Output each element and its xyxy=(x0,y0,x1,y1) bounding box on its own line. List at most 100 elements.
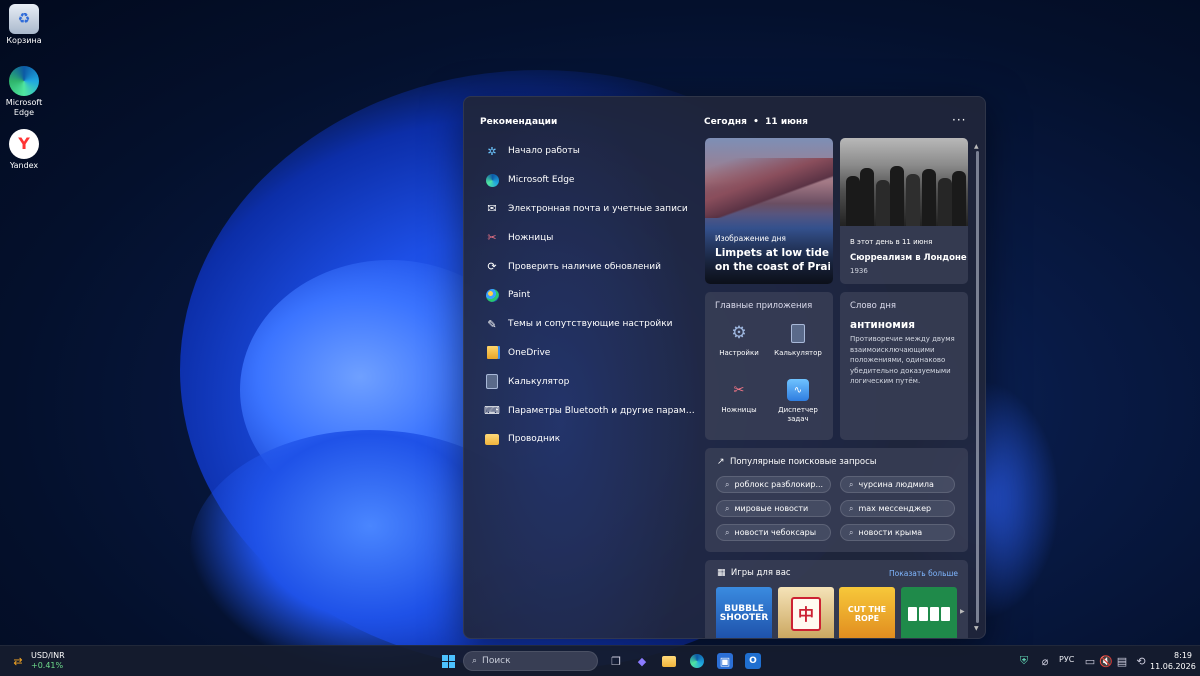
word-of-day-title: Слово дня xyxy=(850,301,897,311)
trending-query-chip[interactable]: ⌕ новости крыма xyxy=(840,524,955,541)
carousel-next-icon[interactable]: ▶ xyxy=(960,608,965,615)
defender-tray-icon[interactable]: ⛨ xyxy=(1016,653,1032,669)
top-app-settings[interactable]: ⚙ Настройки xyxy=(710,322,768,358)
desktop-icon-label: Yandex xyxy=(9,161,39,170)
search-icon: ⌕ xyxy=(472,656,478,666)
search-placeholder: Поиск xyxy=(482,656,511,666)
recommendation-item[interactable]: ✲ Начало работы xyxy=(484,137,699,166)
edge-icon xyxy=(9,66,39,96)
snipping-tool-icon: ✂ xyxy=(487,231,497,245)
file-explorer-icon[interactable] xyxy=(661,653,677,669)
windows-logo-icon xyxy=(441,654,455,668)
game-cut-the-rope[interactable]: CUT THE ROPE xyxy=(839,587,895,638)
top-app-snipping-tool[interactable]: ✂ Ножницы xyxy=(710,379,768,415)
recommendation-item[interactable]: Microsoft Edge xyxy=(484,166,699,195)
desktop-icon-yandex[interactable]: Y Yandex xyxy=(3,129,45,171)
trending-query-chip[interactable]: ⌕ роблокс разблокир... xyxy=(716,476,831,493)
trending-query-chip[interactable]: ⌕ мировые новости xyxy=(716,500,831,517)
sync-icon[interactable]: ⟲ xyxy=(1133,653,1149,669)
trending-query-chip[interactable]: ⌕ чурсина людмила xyxy=(840,476,955,493)
scroll-down-icon[interactable]: ▼ xyxy=(974,625,979,632)
search-icon: ⌕ xyxy=(849,503,854,513)
desktop-icon-label: Microsoft Edge xyxy=(5,98,43,117)
widgets-scrollbar[interactable] xyxy=(976,151,979,623)
battery-icon[interactable]: ▤ xyxy=(1114,653,1130,669)
game-solitaire[interactable] xyxy=(901,587,957,638)
top-apps-title: Главные приложения xyxy=(715,301,813,311)
calculator-icon xyxy=(787,322,809,344)
desktop-icon-edge[interactable]: Microsoft Edge xyxy=(3,66,45,118)
copilot-icon[interactable]: ◆ xyxy=(634,653,650,669)
history-photo xyxy=(840,138,968,226)
clock-time: 8:19 xyxy=(1174,651,1192,660)
recommendation-item[interactable]: Проводник xyxy=(484,425,699,454)
task-view-icon[interactable]: ❐ xyxy=(608,653,624,669)
widgets-panel: Рекомендации ✲ Начало работы Microsoft E… xyxy=(463,96,986,639)
more-options-icon[interactable]: ··· xyxy=(952,113,966,127)
task-manager-icon: ∿ xyxy=(787,379,809,401)
trending-query-chip[interactable]: ⌕ max мессенджер xyxy=(840,500,955,517)
game-bubble-shooter[interactable]: BUBBLE SHOOTER xyxy=(716,587,772,638)
trending-query-chip[interactable]: ⌕ новости чебоксары xyxy=(716,524,831,541)
store-icon[interactable]: ▣ xyxy=(717,653,733,669)
network-off-icon[interactable]: ⌀ xyxy=(1037,653,1053,669)
top-app-calculator[interactable]: Калькулятор xyxy=(769,322,827,358)
game-mahjong[interactable]: 中 xyxy=(778,587,834,638)
start-button[interactable] xyxy=(440,653,456,669)
image-of-day-card[interactable]: Изображение дня Limpets at low tide on t… xyxy=(705,138,833,284)
edge-taskbar-icon[interactable] xyxy=(689,653,705,669)
search-icon: ⌕ xyxy=(725,503,730,513)
recommendation-item[interactable]: OneDrive xyxy=(484,339,699,368)
getting-started-icon: ✲ xyxy=(487,144,497,158)
trending-title: ↗ Популярные поисковые запросы xyxy=(717,457,877,467)
desktop-icon-recycle-bin[interactable]: ♻ Корзина xyxy=(3,4,45,46)
taskbar: ⇄ USD/INR +0.41% ⌕ Поиск ❐ ◆ ▣ O ⛨ ⌀ РУС… xyxy=(0,645,1200,676)
bluetooth-devices-icon: ⌨ xyxy=(484,404,500,418)
recycle-bin-icon: ♻ xyxy=(9,4,39,34)
outlook-icon[interactable]: O xyxy=(745,653,761,669)
search-icon: ⌕ xyxy=(849,479,854,489)
on-this-day-year: 1936 xyxy=(850,267,868,275)
recommendation-item[interactable]: ⌨ Параметры Bluetooth и другие параметры… xyxy=(484,396,699,425)
search-icon: ⌕ xyxy=(849,527,854,537)
currency-widget-icon[interactable]: ⇄ xyxy=(10,653,26,669)
recommendations-title: Рекомендации xyxy=(480,117,558,127)
taskbar-search-box[interactable]: ⌕ Поиск xyxy=(463,651,598,671)
mail-icon: ✉ xyxy=(487,202,497,216)
games-card: ▦ Игры для вас Показать больше BUBBLE SH… xyxy=(705,560,968,638)
settings-gear-icon: ⚙ xyxy=(731,322,747,343)
recommendation-item[interactable]: ⟳ Проверить наличие обновлений xyxy=(484,252,699,281)
onedrive-icon xyxy=(484,345,500,361)
word-of-day-definition: Противоречие между двумя взаимоисключающ… xyxy=(850,335,955,385)
today-header: Сегодня • 11 июня xyxy=(704,117,808,127)
scroll-up-icon[interactable]: ▲ xyxy=(974,143,979,150)
brush-icon: ✎ xyxy=(487,317,497,331)
currency-change: +0.41% xyxy=(31,661,64,670)
yandex-icon: Y xyxy=(9,129,39,159)
games-icon: ▦ xyxy=(717,568,726,578)
show-more-link[interactable]: Показать больше xyxy=(889,569,958,578)
currency-widget[interactable]: USD/INR +0.41% xyxy=(31,651,65,671)
currency-pair: USD/INR xyxy=(31,651,65,660)
word-of-day-word: антиномия xyxy=(850,319,915,331)
calculator-icon xyxy=(484,374,500,390)
games-title: ▦ Игры для вас xyxy=(717,568,791,578)
top-apps-card: Главные приложения ⚙ Настройки Калькулят… xyxy=(705,292,833,440)
snipping-tool-icon: ✂ xyxy=(733,382,745,398)
on-this-day-card[interactable]: В этот день в 11 июня Сюрреализм в Лондо… xyxy=(840,138,968,284)
mahjong-icon: 中 xyxy=(791,597,821,631)
paint-icon xyxy=(484,287,500,303)
word-of-day-card[interactable]: Слово дня антиномия Противоречие между д… xyxy=(840,292,968,440)
input-language[interactable]: РУС xyxy=(1059,655,1074,664)
volume-mute-icon[interactable]: 🔇 xyxy=(1098,653,1114,669)
recommendation-item[interactable]: Paint xyxy=(484,281,699,310)
top-app-task-manager[interactable]: ∿ Диспетчер задач xyxy=(769,379,827,424)
recommendation-item[interactable]: ✉ Электронная почта и учетные записи xyxy=(484,195,699,224)
recommendation-item[interactable]: Калькулятор xyxy=(484,367,699,396)
trending-searches-card: ↗ Популярные поисковые запросы ⌕ роблокс … xyxy=(705,448,968,552)
clock[interactable]: 8:19 11.06.2026 xyxy=(1150,650,1196,672)
recommendations-list: ✲ Начало работы Microsoft Edge ✉ Электро… xyxy=(484,137,699,454)
recommendation-item[interactable]: ✎ Темы и сопутствующие настройки xyxy=(484,310,699,339)
display-icon[interactable]: ▭ xyxy=(1082,653,1098,669)
recommendation-item[interactable]: ✂ Ножницы xyxy=(484,223,699,252)
